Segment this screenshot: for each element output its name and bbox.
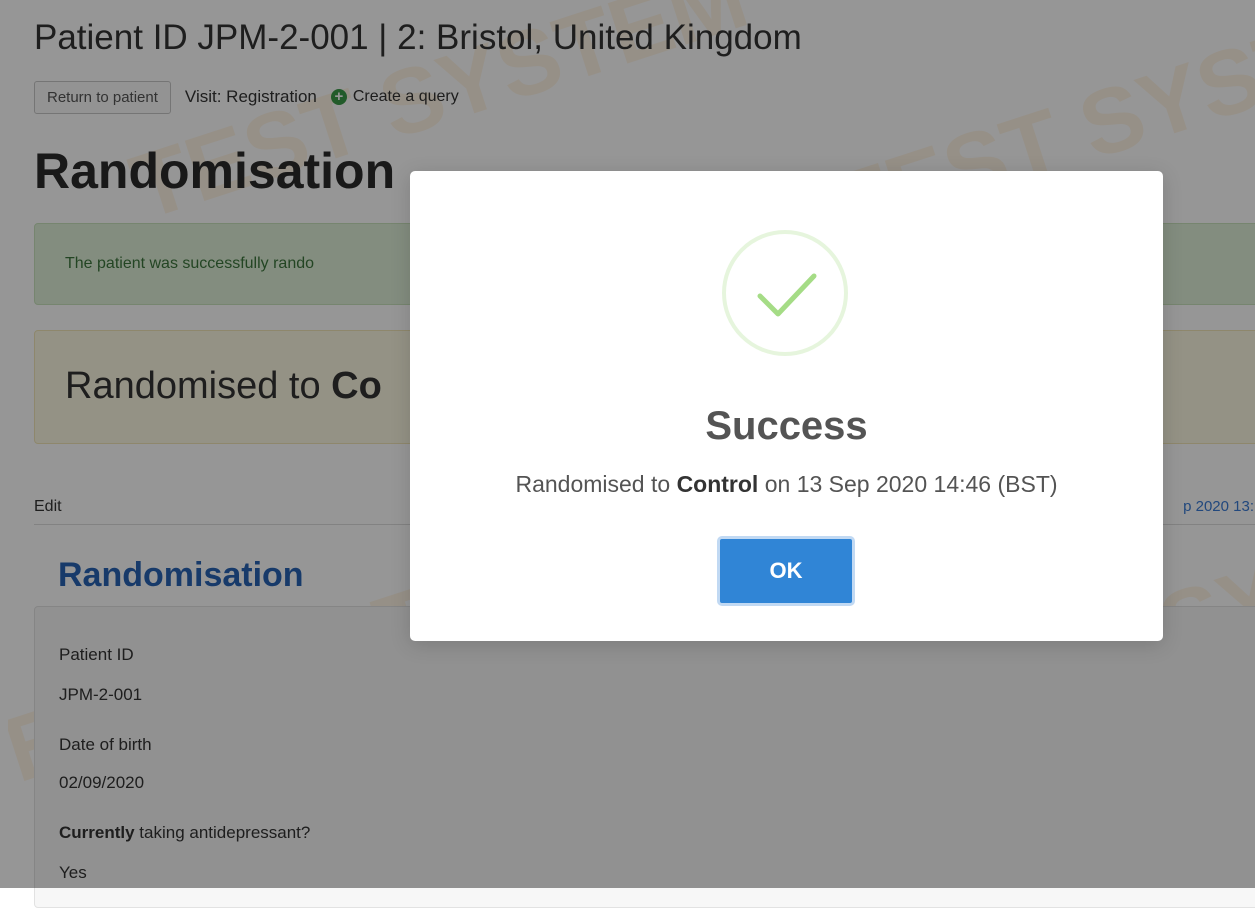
checkmark-icon xyxy=(722,230,848,356)
success-dialog: Success Randomised to Control on 13 Sep … xyxy=(410,171,1163,641)
dialog-message: Randomised to Control on 13 Sep 2020 14:… xyxy=(410,471,1163,498)
dialog-message-prefix: Randomised to xyxy=(515,471,677,497)
dialog-title: Success xyxy=(705,404,868,448)
ok-button[interactable]: OK xyxy=(717,536,855,606)
dialog-message-arm: Control xyxy=(676,471,759,497)
dialog-message-suffix: on 13 Sep 2020 14:46 (BST) xyxy=(758,471,1058,497)
